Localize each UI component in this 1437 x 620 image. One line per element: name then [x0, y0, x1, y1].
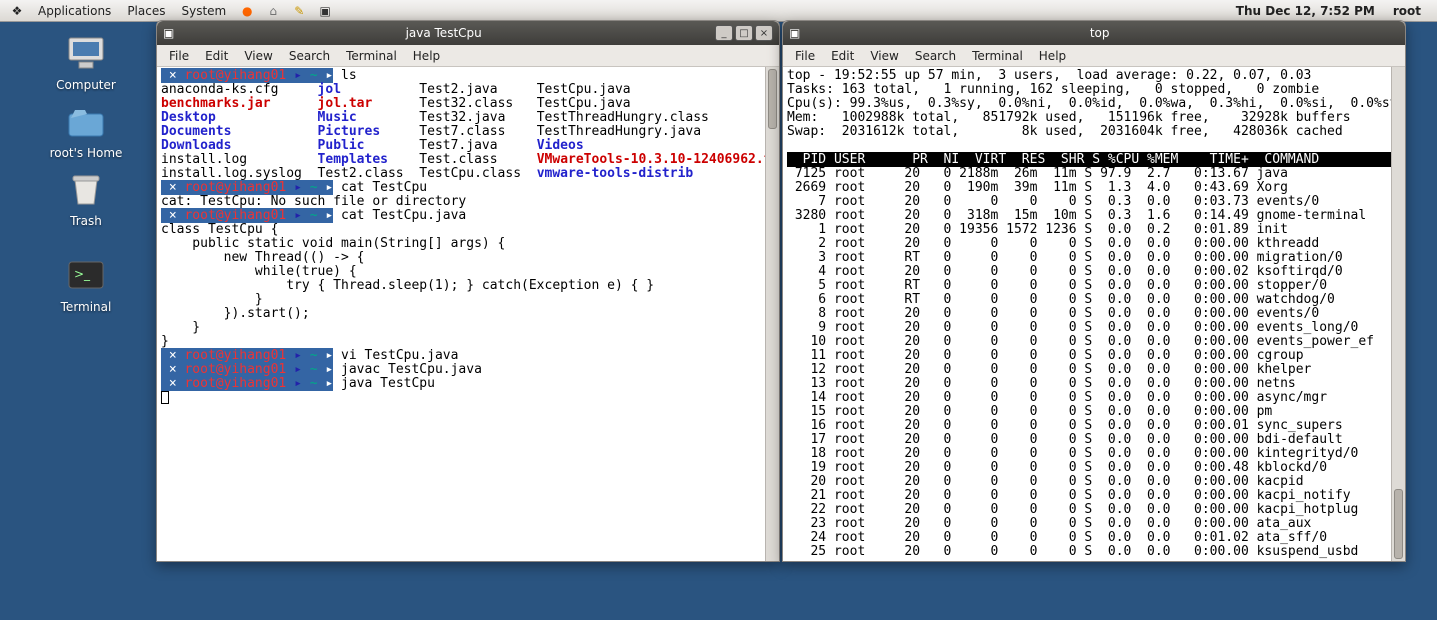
titlebar-1[interactable]: ▣ java TestCpu _ □ × — [157, 21, 779, 45]
menu-view[interactable]: View — [236, 49, 280, 63]
menu-file[interactable]: File — [787, 49, 823, 63]
window-icon: ▣ — [163, 26, 174, 40]
titlebar-2[interactable]: ▣ top — [783, 21, 1405, 45]
menu-view[interactable]: View — [862, 49, 906, 63]
computer-icon — [62, 34, 110, 74]
terminal-icon: >_ — [62, 256, 110, 296]
scrollbar-2[interactable] — [1391, 67, 1405, 561]
clock[interactable]: Thu Dec 12, 7:52 PM — [1236, 4, 1375, 18]
menu-edit[interactable]: Edit — [823, 49, 862, 63]
trash-icon — [62, 170, 110, 210]
scrollbar-1[interactable] — [765, 67, 779, 561]
menu-places[interactable]: Places — [119, 4, 173, 18]
menu-help[interactable]: Help — [1031, 49, 1074, 63]
terminal-window-1[interactable]: ▣ java TestCpu _ □ × File Edit View Sear… — [156, 20, 780, 562]
desktop-computer-label: Computer — [46, 78, 126, 92]
firefox-icon[interactable]: ● — [236, 2, 258, 20]
window-icon: ▣ — [789, 26, 800, 40]
terminal-content-1[interactable]: × root@yihang01 ▸ ~ ▸ ls anaconda-ks.cfg… — [157, 67, 779, 561]
menubar-1: File Edit View Search Terminal Help — [157, 45, 779, 67]
menu-terminal[interactable]: Terminal — [338, 49, 405, 63]
minimize-button[interactable]: _ — [715, 25, 733, 41]
menu-search[interactable]: Search — [281, 49, 338, 63]
desktop-home[interactable]: root's Home — [46, 102, 126, 160]
menu-applications[interactable]: Applications — [30, 4, 119, 18]
distro-icon[interactable]: ❖ — [6, 2, 28, 20]
svg-text:>_: >_ — [74, 267, 91, 281]
menu-help[interactable]: Help — [405, 49, 448, 63]
window-title-2: top — [800, 26, 1399, 40]
menu-search[interactable]: Search — [907, 49, 964, 63]
menu-terminal[interactable]: Terminal — [964, 49, 1031, 63]
desktop-terminal-label: Terminal — [46, 300, 126, 314]
desktop-computer[interactable]: Computer — [46, 34, 126, 92]
desktop-terminal[interactable]: >_ Terminal — [46, 256, 126, 314]
terminal-content-2[interactable]: top - 19:52:55 up 57 min, 3 users, load … — [783, 67, 1405, 561]
window-title-1: java TestCpu — [174, 26, 713, 40]
home-folder-icon — [62, 102, 110, 142]
maximize-button[interactable]: □ — [735, 25, 753, 41]
gnome-panel: ❖ Applications Places System ● ⌂ ✎ ▣ Thu… — [0, 0, 1437, 22]
user-menu[interactable]: root — [1393, 4, 1421, 18]
terminal-launcher-icon[interactable]: ▣ — [314, 2, 336, 20]
menu-file[interactable]: File — [161, 49, 197, 63]
desktop-trash[interactable]: Trash — [46, 170, 126, 228]
file-manager-icon[interactable]: ⌂ — [262, 2, 284, 20]
text-editor-icon[interactable]: ✎ — [288, 2, 310, 20]
close-button[interactable]: × — [755, 25, 773, 41]
menu-system[interactable]: System — [173, 4, 234, 18]
desktop-trash-label: Trash — [46, 214, 126, 228]
menubar-2: File Edit View Search Terminal Help — [783, 45, 1405, 67]
terminal-window-2[interactable]: ▣ top File Edit View Search Terminal Hel… — [782, 20, 1406, 562]
menu-edit[interactable]: Edit — [197, 49, 236, 63]
desktop-home-label: root's Home — [46, 146, 126, 160]
